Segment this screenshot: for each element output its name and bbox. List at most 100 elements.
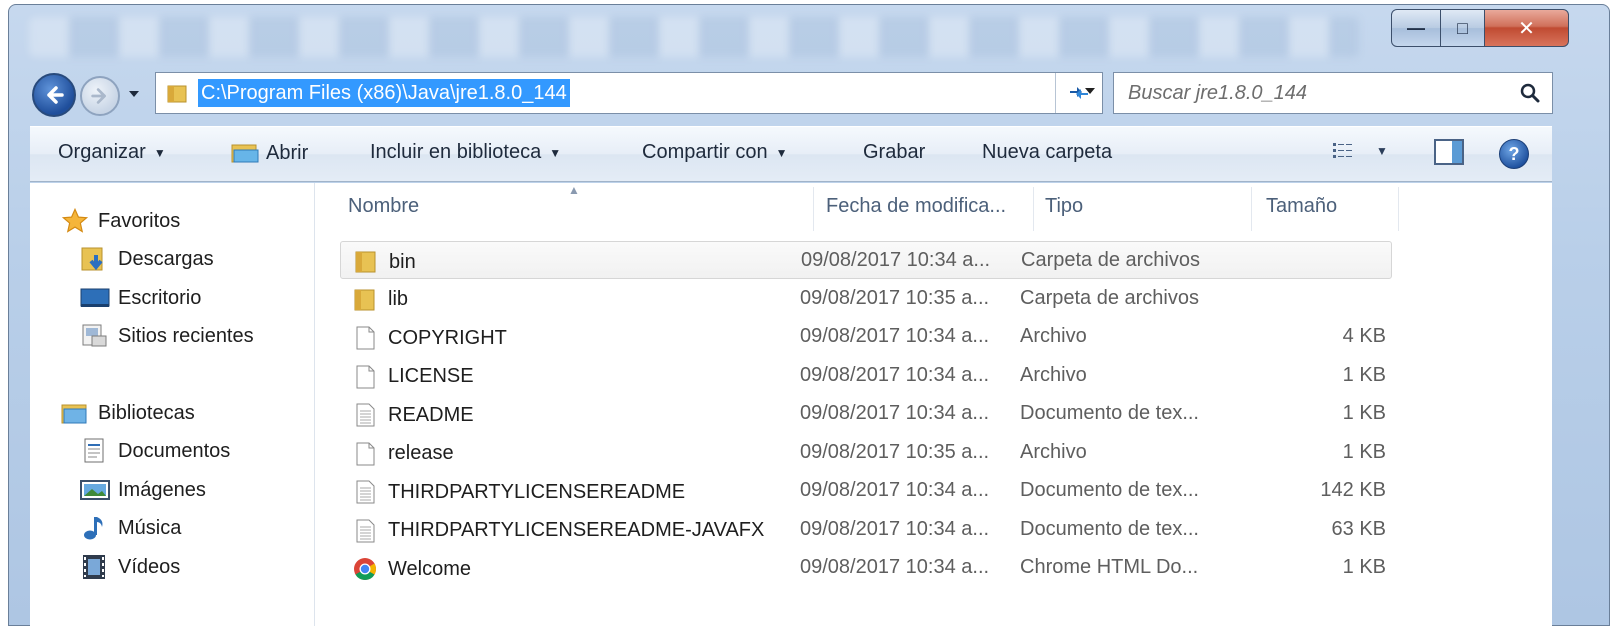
column-divider[interactable] bbox=[1251, 187, 1252, 231]
file-type: Archivo bbox=[1020, 440, 1087, 463]
minimize-button[interactable]: — bbox=[1391, 9, 1441, 47]
file-type: Carpeta de archivos bbox=[1020, 286, 1199, 309]
preview-pane-button[interactable] bbox=[1434, 139, 1464, 165]
recent-pages-dropdown[interactable] bbox=[128, 88, 140, 102]
nav-desktop-label: Escritorio bbox=[118, 286, 202, 309]
column-header-type[interactable]: Tipo bbox=[1045, 195, 1083, 218]
burn-label: Grabar bbox=[863, 141, 926, 163]
table-row[interactable]: THIRDPARTYLICENSEREADME-JAVAFX 09/08/2017… bbox=[340, 511, 1392, 549]
column-name-label: Nombre bbox=[348, 195, 420, 217]
column-header-name[interactable]: Nombre bbox=[348, 195, 419, 218]
file-icon bbox=[356, 442, 375, 465]
column-divider[interactable] bbox=[1398, 187, 1399, 231]
table-row[interactable]: LICENSE 09/08/2017 10:34 a... Archivo 1 KB bbox=[340, 357, 1392, 395]
downloads-folder-icon bbox=[81, 247, 103, 271]
recent-places-icon bbox=[82, 324, 107, 347]
navigation-pane[interactable]: Favoritos Descargas Escritorio Sitios re… bbox=[30, 183, 315, 626]
table-row[interactable]: Welcome 09/08/2017 10:34 a... Chrome HTML … bbox=[340, 549, 1392, 587]
refresh-icon bbox=[1069, 87, 1088, 99]
refresh-button[interactable] bbox=[1055, 73, 1101, 113]
close-button[interactable]: ✕ bbox=[1485, 9, 1569, 47]
minimize-icon: — bbox=[1407, 17, 1425, 38]
maximize-button[interactable]: □ bbox=[1441, 9, 1485, 47]
burn-button[interactable]: Grabar bbox=[863, 141, 925, 164]
file-name: THIRDPARTYLICENSEREADME bbox=[388, 480, 686, 503]
file-name: bin bbox=[389, 250, 416, 273]
view-list-icon bbox=[1333, 143, 1352, 158]
file-size: 4 KB bbox=[1342, 325, 1386, 347]
table-row[interactable]: COPYRIGHT 09/08/2017 10:34 a... Archivo 4 K… bbox=[340, 318, 1392, 356]
table-row[interactable]: bin 09/08/2017 10:34 a... Carpeta de archi… bbox=[340, 241, 1392, 279]
help-icon: ? bbox=[1508, 143, 1520, 164]
file-name: release bbox=[388, 442, 454, 464]
nav-images[interactable]: Imágenes bbox=[80, 476, 206, 504]
search-icon[interactable] bbox=[1518, 81, 1542, 105]
column-divider[interactable] bbox=[1033, 187, 1034, 231]
nav-videos-label: Vídeos bbox=[118, 555, 181, 578]
file-name: COPYRIGHT bbox=[388, 326, 507, 349]
forward-arrow-icon bbox=[91, 88, 106, 104]
help-button[interactable]: ? bbox=[1499, 139, 1529, 169]
column-header-size[interactable]: Tamaño bbox=[1266, 195, 1337, 218]
nav-downloads-label: Descargas bbox=[118, 247, 214, 270]
file-name-cell: Welcome bbox=[352, 556, 471, 582]
nav-music[interactable]: Música bbox=[80, 514, 181, 542]
open-button[interactable]: Abrir bbox=[230, 141, 308, 165]
chevron-down-icon[interactable]: ▼ bbox=[1376, 144, 1388, 158]
file-size: 142 KB bbox=[1320, 479, 1386, 501]
nav-favorites-label: Favoritos bbox=[98, 209, 181, 232]
table-row[interactable]: THIRDPARTYLICENSEREADME 09/08/2017 10:34 … bbox=[340, 472, 1392, 510]
search-input[interactable]: Buscar jre1.8.0_144 bbox=[1113, 72, 1553, 114]
file-list[interactable]: ▲ Nombre Fecha de modifica... Tipo Tamañ… bbox=[316, 183, 1552, 626]
file-type: Documento de tex... bbox=[1020, 402, 1199, 424]
back-button[interactable] bbox=[32, 73, 76, 117]
nav-desktop[interactable]: Escritorio bbox=[80, 284, 201, 312]
new-folder-button[interactable]: Nueva carpeta bbox=[982, 141, 1112, 164]
column-date-label: Fecha de modifica... bbox=[826, 195, 1007, 217]
libraries-icon bbox=[61, 404, 87, 424]
folder-icon bbox=[354, 289, 375, 310]
column-divider[interactable] bbox=[813, 187, 814, 231]
file-date: 09/08/2017 10:34 a... bbox=[800, 325, 990, 347]
change-view-button[interactable]: ▼ bbox=[1332, 141, 1388, 161]
address-bar[interactable]: C:\Program Files (x86)\Java\jre1.8.0_144 bbox=[155, 72, 1103, 114]
table-row[interactable]: lib 09/08/2017 10:35 a... Carpeta de archi… bbox=[340, 280, 1392, 318]
nav-downloads[interactable]: Descargas bbox=[80, 245, 214, 273]
file-name-cell: COPYRIGHT bbox=[352, 325, 507, 351]
command-bar: Organizar ▼ Abrir Incluir en biblioteca … bbox=[30, 126, 1552, 182]
file-date: 09/08/2017 10:35 a... bbox=[800, 440, 990, 463]
nav-videos[interactable]: Vídeos bbox=[80, 553, 180, 581]
organize-menu[interactable]: Organizar ▼ bbox=[58, 141, 166, 164]
forward-button[interactable] bbox=[80, 76, 120, 116]
music-icon bbox=[84, 517, 103, 540]
new-folder-label: Nueva carpeta bbox=[982, 141, 1113, 163]
file-icon bbox=[356, 365, 375, 388]
star-icon bbox=[61, 207, 89, 233]
share-menu[interactable]: Compartir con ▼ bbox=[642, 141, 788, 164]
address-path[interactable]: C:\Program Files (x86)\Java\jre1.8.0_144 bbox=[198, 79, 570, 107]
chevron-down-icon bbox=[129, 91, 139, 97]
images-icon bbox=[80, 480, 110, 500]
include-library-menu[interactable]: Incluir en biblioteca ▼ bbox=[370, 141, 561, 164]
file-date: 09/08/2017 10:35 a... bbox=[800, 286, 990, 309]
nav-libraries[interactable]: Bibliotecas bbox=[60, 399, 195, 427]
folder-icon bbox=[167, 85, 187, 103]
nav-recent-places[interactable]: Sitios recientes bbox=[80, 322, 254, 350]
nav-favorites[interactable]: Favoritos bbox=[60, 207, 180, 235]
table-row[interactable]: README 09/08/2017 10:34 a... Documento de … bbox=[340, 395, 1392, 433]
file-name-cell: README bbox=[352, 402, 474, 428]
file-name-cell: bin bbox=[353, 249, 416, 275]
file-date: 09/08/2017 10:34 a... bbox=[800, 402, 990, 424]
column-header-date[interactable]: Fecha de modifica... bbox=[826, 195, 1006, 218]
content-area: Favoritos Descargas Escritorio Sitios re… bbox=[30, 183, 1552, 626]
close-icon: ✕ bbox=[1518, 17, 1535, 40]
title-bar[interactable] bbox=[29, 17, 1359, 57]
table-row[interactable]: release 09/08/2017 10:35 a... Archivo 1 KB bbox=[340, 434, 1392, 472]
preview-pane-icon bbox=[1434, 139, 1464, 165]
file-icon bbox=[356, 326, 375, 350]
nav-documents[interactable]: Documentos bbox=[80, 437, 230, 465]
nav-recent-label: Sitios recientes bbox=[118, 324, 254, 347]
nav-documents-label: Documentos bbox=[118, 439, 231, 462]
file-type: Archivo bbox=[1020, 363, 1087, 386]
sort-ascending-icon: ▲ bbox=[568, 183, 580, 197]
